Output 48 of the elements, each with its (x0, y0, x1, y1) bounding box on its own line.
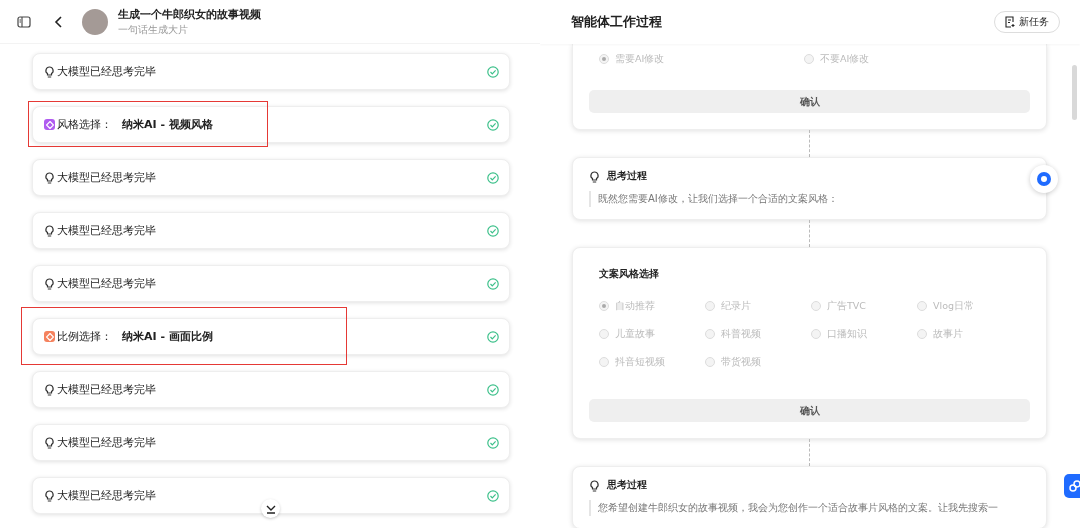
step-label: 大模型已经思考完毕 (57, 223, 156, 238)
step-card[interactable]: 大模型已经思考完毕 (32, 477, 510, 514)
thought-title: 思考过程 (607, 170, 647, 183)
step-card[interactable]: 大模型已经思考完毕 (32, 212, 510, 249)
step-card[interactable]: 大模型已经思考完毕 (32, 159, 510, 196)
step-card[interactable]: 大模型已经思考完毕 (32, 265, 510, 302)
step-label: 大模型已经思考完毕 (57, 488, 156, 503)
lightbulb-icon (44, 65, 55, 78)
link-icon (1068, 479, 1080, 493)
step-card[interactable]: 风格选择： 纳米AI - 视频风格 (32, 106, 510, 143)
step-label: 大模型已经思考完毕 (57, 64, 156, 79)
step-label: 比例选择： (57, 329, 112, 344)
share-button[interactable] (1064, 474, 1080, 498)
thought-title: 思考过程 (607, 479, 647, 492)
panel-title: 智能体工作过程 (571, 13, 662, 31)
lightbulb-icon (44, 489, 55, 502)
avatar (82, 8, 108, 35)
step-card[interactable]: 大模型已经思考完毕 (32, 53, 510, 90)
sidebar-toggle-icon[interactable] (16, 13, 32, 30)
step-label: 大模型已经思考完毕 (57, 170, 156, 185)
scrollbar[interactable] (1072, 65, 1077, 120)
step-label: 大模型已经思考完毕 (57, 276, 156, 291)
thought-text: 您希望创建牛郎织女的故事视频，我会为您创作一个适合故事片风格的文案。让我先搜索一 (589, 500, 1036, 516)
step-label: 大模型已经思考完毕 (57, 382, 156, 397)
confirm-button[interactable]: 确认 (589, 399, 1030, 422)
new-task-button[interactable]: 新任务 (994, 11, 1060, 33)
chat-title: 生成一个牛郎织女的故事视频 (118, 6, 261, 22)
step-card[interactable]: 大模型已经思考完毕 (32, 371, 510, 408)
assistant-button[interactable] (1030, 165, 1058, 193)
step-label: 风格选择： (57, 117, 112, 132)
thought-text: 既然您需要AI修改，让我们选择一个合适的文案风格： (589, 191, 1036, 207)
lightbulb-icon (589, 479, 600, 492)
confirm-button[interactable]: 确认 (589, 90, 1030, 113)
lightbulb-icon (44, 171, 55, 184)
step-label: 大模型已经思考完毕 (57, 435, 156, 450)
lightbulb-icon (44, 383, 55, 396)
lightbulb-icon (589, 170, 600, 183)
lightbulb-icon (44, 224, 55, 237)
step-value: 纳米AI - 画面比例 (122, 329, 213, 344)
step-value: 纳米AI - 视频风格 (122, 117, 213, 132)
step-card[interactable]: 大模型已经思考完毕 (32, 424, 510, 461)
chat-subtitle: 一句话生成大片 (118, 22, 189, 37)
chat-bubble-icon (1036, 171, 1052, 187)
section-title: 文案风格选择 (598, 268, 660, 281)
lightbulb-icon (44, 277, 55, 290)
step-card[interactable]: 比例选择： 纳米AI - 画面比例 (32, 318, 510, 355)
lightbulb-icon (44, 436, 55, 449)
new-document-icon (1005, 16, 1016, 28)
